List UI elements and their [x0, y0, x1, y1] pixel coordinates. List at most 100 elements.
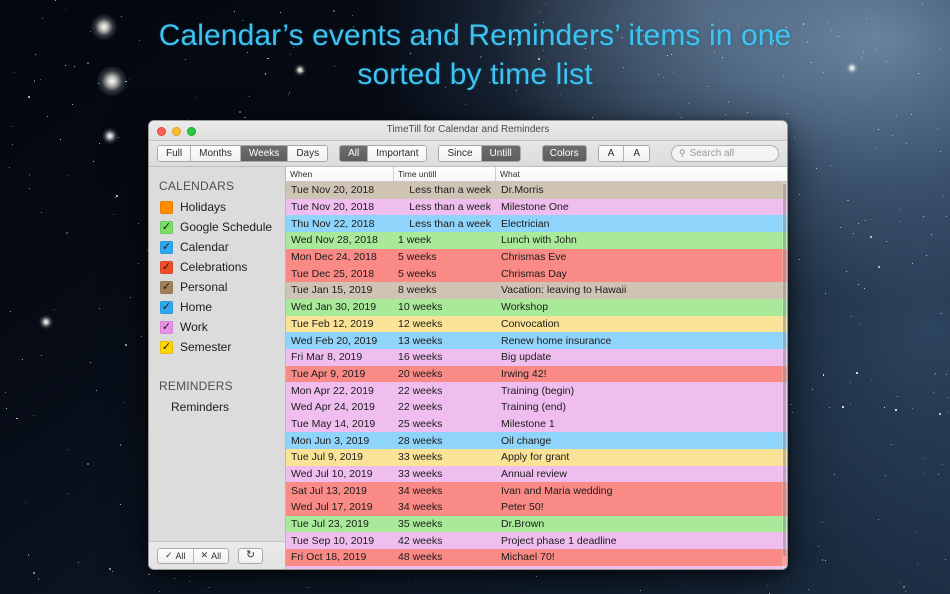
font-size-control[interactable]: A A — [597, 145, 650, 162]
refresh-button[interactable]: ↻ — [238, 547, 264, 564]
table-row[interactable]: Thu Nov 22, 2018 Less than a week Electric… — [286, 215, 787, 233]
cell-time-untill: 34 weeks — [398, 484, 443, 497]
table-row[interactable]: Tue Apr 9, 2019 20 weeks Irwing 42! — [286, 365, 787, 383]
calendar-checkbox[interactable]: ✓ — [160, 340, 173, 354]
calendar-item[interactable]: ✓ Celebrations — [149, 257, 285, 277]
search-field[interactable]: ⚲ Search all — [670, 145, 779, 162]
column-header-when[interactable]: When — [286, 167, 394, 181]
table-row[interactable]: Tue Feb 12, 2019 12 weeks Convocation — [286, 315, 787, 333]
cell-what: Oil change — [501, 434, 552, 447]
cell-what: Peter 50! — [501, 501, 544, 514]
calendar-label: Google Schedule — [180, 220, 273, 234]
calendar-checkbox[interactable]: ✓ — [160, 280, 173, 294]
calendars-header: CALENDARS — [159, 179, 235, 193]
table-row[interactable]: Tue Dec 25, 2018 5 weeks Chrismas Day — [286, 265, 787, 283]
segment-since[interactable]: Since — [439, 146, 482, 161]
scrollbar-thumb[interactable] — [783, 184, 786, 556]
calendar-list: Holidays ✓ Google Schedule ✓ Calendar ✓ Celebr… — [149, 197, 285, 357]
cell-what: Milestone 1 — [501, 417, 555, 430]
uncheck-all-label: All — [211, 550, 222, 561]
cell-when: Fri Mar 8, 2019 — [291, 351, 363, 364]
table-row[interactable]: Sat Jul 13, 2019 34 weeks Ivan and Maria w… — [286, 482, 787, 500]
select-all-control[interactable]: ✓ All ✕ All — [157, 547, 230, 564]
uncheck-all-button[interactable]: ✕ All — [193, 548, 229, 563]
column-header-time-untill[interactable]: Time untill — [394, 167, 496, 181]
column-header-what[interactable]: What — [496, 167, 787, 181]
table-row[interactable]: Tue Nov 12, 201951 weeksProject phase 2 … — [286, 565, 787, 569]
font-larger-button[interactable]: A — [624, 146, 649, 161]
calendar-item[interactable]: ✓ Work — [149, 317, 285, 337]
calendar-item[interactable]: Holidays — [149, 197, 285, 217]
calendar-item[interactable]: ✓ Home — [149, 297, 285, 317]
segment-days[interactable]: Days — [288, 146, 328, 161]
cell-time-untill: 35 weeks — [398, 518, 443, 531]
table-row[interactable]: Wed Apr 24, 2019 22 weeks Training (end) — [286, 398, 787, 416]
table-row[interactable]: Tue May 14, 2019 25 weeks Milestone 1 — [286, 415, 787, 433]
cell-time-untill: 5 weeks — [398, 251, 437, 264]
cell-when: Wed Feb 20, 2019 — [291, 334, 378, 347]
calendar-checkbox[interactable]: ✓ — [160, 300, 173, 314]
cell-what: Chrismas Day — [501, 267, 567, 280]
font-smaller-button[interactable]: A — [598, 146, 625, 161]
segment-full[interactable]: Full — [158, 146, 192, 161]
segment-months[interactable]: Months — [191, 146, 241, 161]
cell-time-untill: Less than a week — [409, 217, 491, 230]
table-row[interactable]: Fri Mar 8, 2019 16 weeks Big update — [286, 348, 787, 366]
table-row[interactable]: Mon Dec 24, 2018 5 weeks Chrismas Eve — [286, 248, 787, 266]
cell-when: Wed Nov 28, 2018 — [291, 234, 378, 247]
calendar-item[interactable]: ✓ Google Schedule — [149, 217, 285, 237]
window-title: TimeTill for Calendar and Reminders — [386, 124, 550, 135]
segment-all[interactable]: All — [340, 146, 369, 161]
calendar-label: Work — [180, 320, 208, 334]
table-row[interactable]: Tue Jul 9, 2019 33 weeks Apply for grant — [286, 449, 787, 466]
cell-what: Lunch with John — [501, 234, 577, 247]
table-row[interactable]: Wed Feb 20, 2019 13 weeks Renew home insur… — [286, 332, 787, 349]
calendar-checkbox[interactable]: ✓ — [160, 320, 173, 334]
cell-time-untill: 28 weeks — [398, 434, 443, 447]
direction-segmented-control[interactable]: Since Untill — [438, 145, 521, 162]
table-row[interactable]: Tue Nov 20, 2018 Less than a week Mileston… — [286, 198, 787, 216]
cross-icon: ✕ — [200, 550, 209, 560]
calendar-checkbox[interactable]: ✓ — [160, 260, 173, 274]
table-row[interactable]: Fri Oct 18, 2019 48 weeks Michael 70! — [286, 549, 787, 566]
table-row[interactable]: Mon Apr 22, 2019 22 weeks Training (begin) — [286, 382, 787, 399]
calendar-item[interactable]: ✓ Calendar — [149, 237, 285, 257]
check-all-button[interactable]: ✓ All — [158, 548, 194, 563]
reminders-item[interactable]: Reminders — [149, 397, 285, 417]
cell-what: Big update — [501, 351, 552, 364]
cell-time-untill: 33 weeks — [398, 468, 443, 481]
cell-when: Tue Jul 23, 2019 — [291, 518, 369, 531]
calendar-item[interactable]: ✓ Semester — [149, 337, 285, 357]
calendar-label: Celebrations — [180, 260, 248, 274]
table-row[interactable]: Mon Jun 3, 2019 28 weeks Oil change — [286, 432, 787, 449]
filter-segmented-control[interactable]: All Important — [339, 145, 428, 162]
calendar-checkbox[interactable]: ✓ — [160, 220, 173, 234]
segment-untill[interactable]: Untill — [481, 146, 520, 161]
cell-what: Irwing 42! — [501, 367, 547, 380]
cell-time-untill: 16 weeks — [398, 351, 443, 364]
calendar-item[interactable]: ✓ Personal — [149, 277, 285, 297]
calendar-label: Personal — [180, 280, 228, 294]
table-row[interactable]: Tue Nov 20, 2018 Less than a week Dr.Morri… — [286, 182, 787, 199]
calendar-checkbox[interactable]: ✓ — [160, 240, 173, 254]
range-segmented-control[interactable]: Full Months Weeks Days — [157, 145, 329, 162]
cell-what: Vacation: leaving to Hawaii — [501, 284, 627, 297]
table-row[interactable]: Wed Nov 28, 2018 1 week Lunch with John — [286, 232, 787, 249]
cell-time-untill: 48 weeks — [398, 551, 443, 564]
table-row[interactable]: Tue Jul 23, 2019 35 weeks Dr.Brown — [286, 515, 787, 533]
cell-when: Tue Nov 20, 2018 — [291, 184, 375, 197]
segment-weeks[interactable]: Weeks — [240, 146, 289, 161]
table-row[interactable]: Wed Jul 10, 2019 33 weeks Annual review — [286, 465, 787, 483]
calendar-checkbox[interactable] — [160, 200, 173, 214]
table-scrollbar[interactable] — [782, 182, 787, 569]
cell-what: Renew home insurance — [501, 334, 612, 347]
table-body: Tue Nov 20, 2018 Less than a week Dr.Morri… — [286, 182, 787, 569]
colors-button[interactable]: Colors — [541, 145, 587, 162]
table-row[interactable]: Wed Jul 17, 2019 34 weeks Peter 50! — [286, 499, 787, 516]
table-row[interactable]: Tue Jan 15, 2019 8 weeks Vacation: leaving… — [286, 282, 787, 299]
table-row[interactable]: Tue Sep 10, 2019 42 weeks Project phase 1 … — [286, 532, 787, 550]
table-row[interactable]: Wed Jan 30, 2019 10 weeks Workshop — [286, 298, 787, 316]
cell-what: Electrician — [501, 217, 550, 230]
calendar-label: Semester — [180, 340, 232, 354]
segment-important[interactable]: Important — [368, 146, 427, 161]
